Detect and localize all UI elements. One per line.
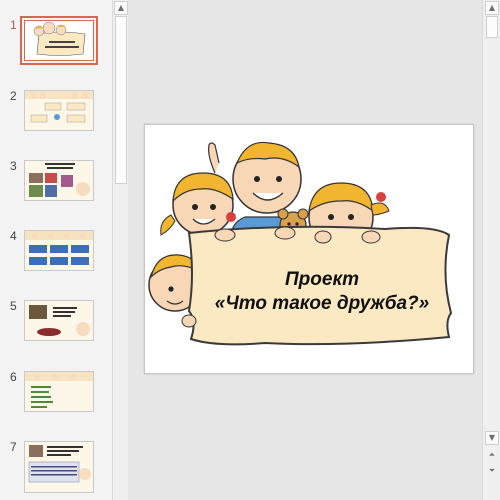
thumbnail-scroll-up-button[interactable]: ▲ [114, 1, 128, 15]
slide-6-preview [25, 372, 93, 411]
next-slide-button[interactable]: ⏷ [485, 465, 499, 479]
slide-thumbnail-6[interactable] [24, 371, 94, 412]
slide-editing-area: Проект «Что такое дружба?» [128, 0, 482, 500]
slide-thumbnail-5[interactable] [24, 300, 94, 341]
slide-2-preview [25, 91, 93, 130]
editor-scroll-down-button[interactable]: ▼ [485, 431, 499, 445]
thumbnail-scrollbar[interactable]: ▲ [112, 0, 129, 500]
slide-number-4: 4 [10, 229, 17, 243]
editor-scrollbar[interactable]: ▲ ▼ ⏶ ⏷ [482, 0, 500, 500]
slide-3-preview [25, 161, 93, 200]
editor-scrollbar-thumb[interactable] [486, 16, 498, 38]
previous-slide-button[interactable]: ⏶ [485, 449, 499, 463]
slide-7-preview [25, 442, 93, 492]
slide-title[interactable]: Проект «Что такое дружба?» [205, 268, 439, 316]
slide-number-2: 2 [10, 89, 17, 103]
slide-number-3: 3 [10, 159, 17, 173]
slide-number-7: 7 [10, 440, 17, 454]
slide-4-preview [25, 231, 93, 270]
slide-thumbnail-2[interactable] [24, 90, 94, 131]
slide-thumbnail-7[interactable] [24, 441, 94, 493]
slide-thumbnail-3[interactable] [24, 160, 94, 201]
slide-number-1: 1 [10, 18, 17, 32]
slide-title-line-2: «Что такое дружба?» [214, 293, 430, 314]
slide-number-5: 5 [10, 299, 17, 313]
kids-banner-illustration [148, 141, 453, 346]
slide-5-preview [25, 301, 93, 340]
editor-scroll-up-button[interactable]: ▲ [485, 1, 499, 15]
slide-thumbnail-4[interactable] [24, 230, 94, 271]
slide-1-preview [25, 21, 93, 60]
slide-thumbnail-1[interactable] [20, 16, 98, 65]
slide-title-line-1: Проект [285, 269, 359, 290]
slide-number-6: 6 [10, 370, 17, 384]
slide-thumbnail-pane: 1 2 3 4 5 6 7 [0, 0, 112, 500]
main-slide-canvas[interactable]: Проект «Что такое дружба?» [144, 124, 474, 374]
thumbnail-scrollbar-thumb[interactable] [115, 16, 127, 184]
